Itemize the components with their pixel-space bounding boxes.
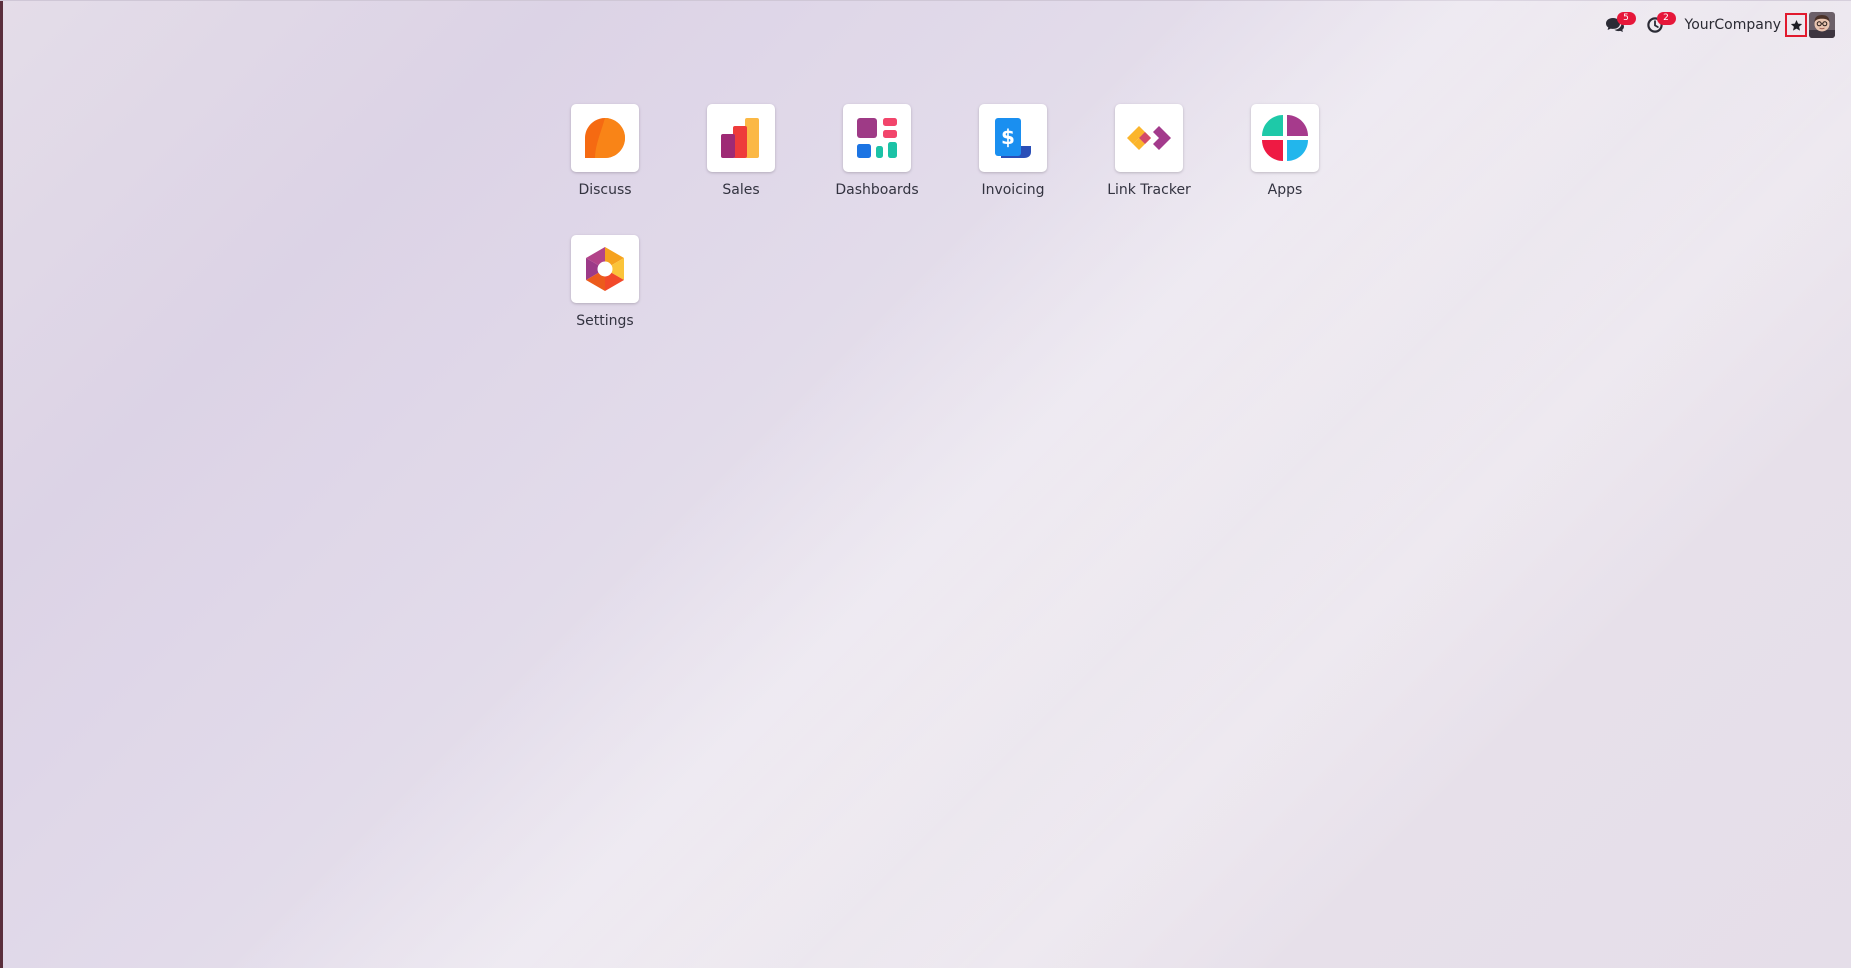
messages-count-badge: 5 xyxy=(1616,12,1636,25)
window-top-edge xyxy=(0,0,1851,1)
app-label: Settings xyxy=(576,313,634,329)
app-invoicing[interactable]: $ Invoicing xyxy=(953,104,1073,214)
sales-icon xyxy=(721,118,759,158)
app-discuss[interactable]: Discuss xyxy=(545,104,665,214)
user-avatar[interactable] xyxy=(1809,12,1835,38)
invoicing-icon: $ xyxy=(995,118,1031,158)
app-link-tracker[interactable]: Link Tracker xyxy=(1089,104,1209,214)
app-label: Invoicing xyxy=(981,182,1045,198)
avatar-icon xyxy=(1809,12,1835,38)
app-icon-tile xyxy=(707,104,775,172)
star-icon xyxy=(1790,19,1802,31)
messages-button[interactable]: 5 xyxy=(1595,10,1636,40)
activities-button[interactable]: 2 xyxy=(1635,10,1676,40)
link-tracker-icon xyxy=(1127,126,1171,150)
settings-icon xyxy=(586,247,624,291)
dashboards-icon xyxy=(857,118,897,158)
app-icon-tile xyxy=(571,235,639,303)
app-label: Dashboards xyxy=(835,182,919,198)
app-sales[interactable]: Sales xyxy=(681,104,801,214)
app-label: Sales xyxy=(722,182,760,198)
app-label: Link Tracker xyxy=(1107,182,1191,198)
app-icon-tile xyxy=(843,104,911,172)
app-label: Discuss xyxy=(578,182,632,198)
app-dashboards[interactable]: Dashboards xyxy=(817,104,937,214)
app-icon-tile xyxy=(571,104,639,172)
app-icon-tile: $ xyxy=(979,104,1047,172)
favorite-button[interactable] xyxy=(1785,13,1807,37)
app-icon-tile xyxy=(1115,104,1183,172)
app-settings[interactable]: Settings xyxy=(545,235,665,345)
app-apps[interactable]: Apps xyxy=(1225,104,1345,214)
window-left-edge xyxy=(0,0,3,968)
activities-count-badge: 2 xyxy=(1656,12,1676,25)
app-label: Apps xyxy=(1267,182,1303,198)
apps-icon xyxy=(1262,115,1308,161)
company-switcher[interactable]: YourCompany xyxy=(1675,10,1784,40)
app-icon-tile xyxy=(1251,104,1319,172)
systray: 5 2 YourCompany xyxy=(1595,10,1835,40)
svg-text:$: $ xyxy=(1001,125,1015,149)
discuss-icon xyxy=(585,118,625,158)
